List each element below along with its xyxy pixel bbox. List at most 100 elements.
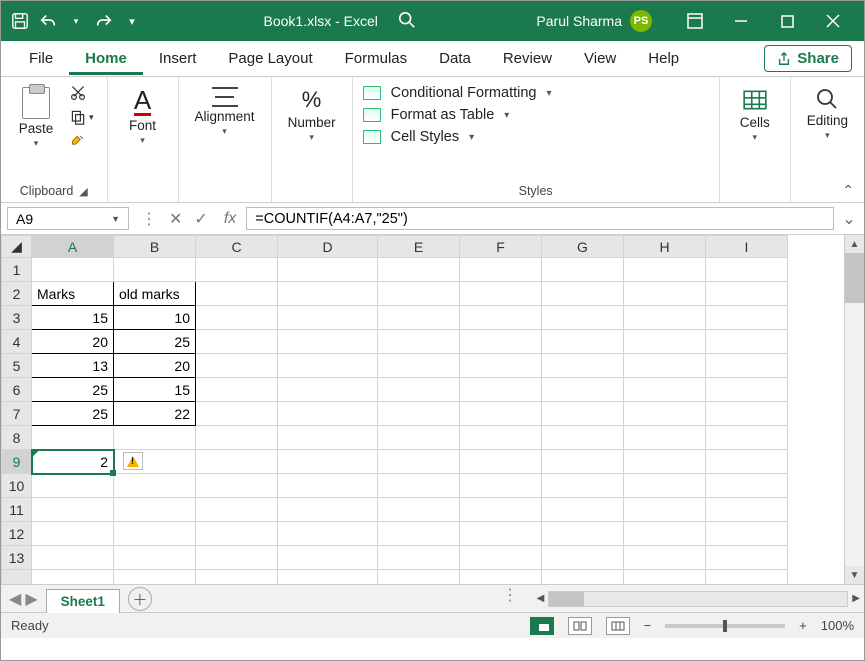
col-header[interactable]: E	[378, 236, 460, 258]
collapse-ribbon-icon[interactable]: ⌃	[842, 182, 854, 199]
row-header[interactable]	[2, 570, 32, 585]
view-page-layout-button[interactable]	[568, 617, 592, 635]
view-normal-button[interactable]	[530, 617, 554, 635]
dialog-launcher-icon[interactable]: ◢	[79, 185, 87, 198]
scrollbar-thumb[interactable]	[549, 592, 584, 606]
new-sheet-button[interactable]: ＋	[128, 587, 152, 611]
number-button[interactable]: % Number ▾	[282, 83, 342, 147]
cell[interactable]: 15	[32, 306, 113, 329]
cell[interactable]: 25	[32, 402, 113, 425]
row-header[interactable]: 5	[2, 354, 32, 378]
cell[interactable]: 10	[114, 306, 195, 329]
cell[interactable]: 13	[32, 354, 113, 377]
conditional-formatting-button[interactable]: Conditional Formatting▾	[363, 85, 552, 101]
expand-formula-bar-icon[interactable]: ⌄	[840, 203, 858, 234]
cell[interactable]: 20	[114, 354, 195, 377]
name-box[interactable]: A9 ▼	[7, 207, 129, 230]
sheet-nav-next-icon[interactable]: ▶	[25, 589, 37, 609]
zoom-out-button[interactable]: −	[644, 618, 652, 633]
zoom-thumb[interactable]	[723, 620, 727, 632]
cut-button[interactable]	[67, 83, 97, 103]
view-page-break-button[interactable]	[606, 617, 630, 635]
font-button[interactable]: A Font ▾	[118, 83, 168, 150]
row-header[interactable]: 4	[2, 330, 32, 354]
user-account[interactable]: Parul Sharma PS	[536, 10, 652, 32]
undo-dropdown-icon[interactable]: ▾	[65, 10, 87, 32]
autosave-icon[interactable]	[9, 10, 31, 32]
row-header[interactable]: 1	[2, 258, 32, 282]
tab-view[interactable]: View	[568, 42, 632, 75]
tab-insert[interactable]: Insert	[143, 42, 213, 75]
col-header[interactable]: D	[278, 236, 378, 258]
editing-button[interactable]: Editing ▾	[801, 83, 854, 145]
sheet-tab[interactable]: Sheet1	[46, 589, 120, 613]
row-header[interactable]: 9	[2, 450, 32, 474]
tab-file[interactable]: File	[13, 42, 69, 75]
col-header[interactable]: B	[114, 236, 196, 258]
copy-button[interactable]: ▾	[67, 107, 97, 127]
tab-data[interactable]: Data	[423, 42, 487, 75]
zoom-in-button[interactable]: +	[799, 618, 807, 633]
row-header[interactable]: 7	[2, 402, 32, 426]
spreadsheet-grid[interactable]: ◢ A B C D E F G H I 1 2 Marks old marks …	[1, 235, 864, 584]
col-header[interactable]: I	[706, 236, 788, 258]
row-header[interactable]: 3	[2, 306, 32, 330]
formula-input[interactable]: =COUNTIF(A4:A7,"25")	[246, 207, 834, 230]
col-header[interactable]: F	[460, 236, 542, 258]
sheet-nav-prev-icon[interactable]: ◀	[9, 589, 21, 609]
fx-icon[interactable]: fx	[220, 210, 240, 228]
alignment-button[interactable]: Alignment ▾	[189, 83, 261, 141]
cell[interactable]: 25	[32, 378, 113, 401]
cell[interactable]: Marks	[32, 282, 113, 305]
minimize-icon[interactable]	[718, 1, 764, 41]
scroll-left-icon[interactable]: ◀	[537, 593, 545, 604]
scroll-down-icon[interactable]: ▼	[845, 566, 864, 584]
row-header[interactable]: 11	[2, 498, 32, 522]
format-as-table-button[interactable]: Format as Table▾	[363, 107, 552, 123]
row-header[interactable]: 13	[2, 546, 32, 570]
horizontal-scrollbar[interactable]: ◀ ▶	[524, 585, 864, 612]
row-header[interactable]: 12	[2, 522, 32, 546]
undo-icon[interactable]	[37, 10, 59, 32]
close-icon[interactable]	[810, 1, 856, 41]
col-header[interactable]: G	[542, 236, 624, 258]
zoom-level[interactable]: 100%	[821, 618, 854, 633]
row-header[interactable]: 10	[2, 474, 32, 498]
maximize-icon[interactable]	[764, 1, 810, 41]
redo-icon[interactable]	[93, 10, 115, 32]
cell[interactable]: 20	[32, 330, 113, 353]
scroll-up-icon[interactable]: ▲	[845, 235, 864, 253]
cell[interactable]: old marks	[114, 282, 195, 305]
col-header[interactable]: H	[624, 236, 706, 258]
row-header[interactable]: 2	[2, 282, 32, 306]
vertical-scrollbar[interactable]: ▲ ▼	[844, 235, 864, 584]
ribbon-display-icon[interactable]	[672, 1, 718, 41]
tab-formulas[interactable]: Formulas	[329, 42, 424, 75]
enter-formula-icon[interactable]: ✓	[194, 209, 207, 229]
qat-customize-icon[interactable]: ▾	[121, 10, 143, 32]
tab-help[interactable]: Help	[632, 42, 695, 75]
row-header[interactable]: 6	[2, 378, 32, 402]
cells-button[interactable]: Cells ▾	[730, 83, 780, 147]
tab-page-layout[interactable]: Page Layout	[212, 42, 328, 75]
paste-button[interactable]: Paste ▾	[11, 83, 61, 153]
select-all-corner[interactable]: ◢	[2, 236, 32, 258]
col-header[interactable]: C	[196, 236, 278, 258]
scroll-right-icon[interactable]: ▶	[852, 593, 860, 604]
tab-home[interactable]: Home	[69, 42, 143, 75]
share-button[interactable]: Share	[764, 45, 852, 72]
search-icon[interactable]	[398, 11, 416, 32]
cell[interactable]: 25	[114, 330, 195, 353]
cancel-formula-icon[interactable]: ✕	[169, 209, 182, 229]
row-header[interactable]: 8	[2, 426, 32, 450]
format-painter-button[interactable]	[67, 131, 97, 151]
scrollbar-thumb[interactable]	[845, 253, 864, 303]
tab-review[interactable]: Review	[487, 42, 568, 75]
cell-selected[interactable]: 2	[32, 450, 113, 473]
col-header[interactable]: A	[32, 236, 114, 258]
zoom-slider[interactable]	[665, 624, 785, 628]
error-trace-button[interactable]	[123, 452, 143, 470]
chevron-down-icon[interactable]: ▼	[111, 214, 120, 224]
cell[interactable]: 15	[114, 378, 195, 401]
cell-styles-button[interactable]: Cell Styles▾	[363, 129, 552, 145]
